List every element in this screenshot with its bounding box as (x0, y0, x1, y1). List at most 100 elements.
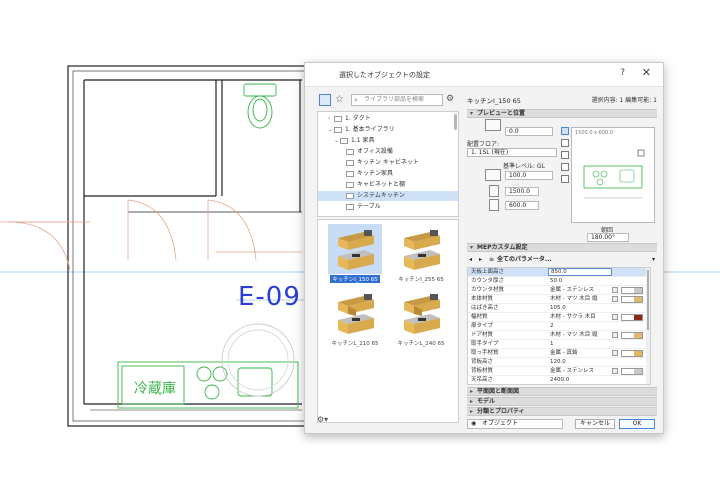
parameter-table: 吊戸棚材質木材 - マツ 木目 縦吊戸棚奥行375.0吊戸棚高さ500.0天吊高… (467, 267, 651, 385)
library-search-input[interactable]: ⌕ ライブラリ部品を検索 (351, 94, 443, 106)
tree-item[interactable]: キャビネットと棚 (318, 180, 458, 190)
info-icon[interactable] (561, 175, 569, 183)
favorites-star-icon[interactable]: ☆ (335, 94, 347, 106)
override-icon[interactable] (612, 368, 618, 374)
folder-icon (346, 148, 354, 155)
placement-floor-select[interactable]: 1. 1SL (現在) (467, 148, 557, 157)
layer-select[interactable]: ◉ オブジェクト (467, 419, 563, 429)
surface-swatch[interactable] (621, 314, 643, 321)
dialog-titlebar[interactable]: 選択したオブジェクトの設定 ? ✕ (305, 63, 663, 87)
surface-swatch[interactable] (621, 287, 643, 294)
width-field[interactable]: 1500.0 (505, 187, 539, 196)
section-mep-label: MEPカスタム設定 (477, 244, 528, 251)
section-mep[interactable]: ▾ MEPカスタム設定 (467, 243, 657, 252)
tree-item[interactable]: ⌄ 1. 基本ライブラリ (318, 125, 458, 135)
parameter-value: 120.0 (550, 359, 566, 365)
parameter-filter[interactable]: 全てのパラメータ... (497, 255, 552, 264)
close-button[interactable]: ✕ (642, 66, 651, 79)
fridge-label: 冷蔵庫 (134, 381, 176, 397)
depth-icon (489, 199, 499, 211)
tree-item[interactable]: システムキッチン (318, 191, 458, 201)
parameter-row[interactable]: ドア材質 木材 - マツ 木目 縦 (468, 331, 650, 340)
plan-view-icon[interactable] (561, 127, 569, 135)
angle-field[interactable]: 180.00° (587, 233, 629, 242)
library-tile[interactable]: キッチンI_255 65 (390, 224, 452, 284)
section-model[interactable]: ▸ モデル (467, 397, 657, 406)
parameter-row[interactable]: 天吊高さ 2400.0 (468, 376, 650, 384)
override-icon[interactable] (612, 314, 618, 320)
parameter-row[interactable]: 天板上面高さ 850.0 (468, 268, 650, 277)
folder-icon (340, 137, 348, 144)
print-icon[interactable] (561, 139, 569, 147)
surface-swatch[interactable] (621, 332, 643, 339)
section-floor-plan[interactable]: ▸ 平面図と断面図 (467, 387, 657, 396)
section-view-icon[interactable] (561, 163, 569, 171)
parameter-value: 木材 - サクラ 木目 (550, 314, 596, 320)
override-icon[interactable] (612, 350, 618, 356)
override-icon[interactable] (612, 296, 618, 302)
override-icon[interactable] (612, 287, 618, 293)
parameter-row[interactable]: 取っ手材質 金属 - 真鍮 (468, 349, 650, 358)
tile-thumbnail (328, 288, 382, 338)
parameter-row[interactable]: カウンタ厚さ 50.0 (468, 277, 650, 286)
help-button[interactable]: ? (620, 68, 625, 78)
elevation-field[interactable]: 0.0 (505, 127, 553, 136)
surface-swatch[interactable] (621, 350, 643, 357)
section-preview[interactable]: ▾ プレビューと位置 (467, 109, 657, 118)
parameter-name: カウンタ厚さ (471, 278, 505, 284)
parameter-row[interactable]: 本体材質 木材 - マツ 木目 縦 (468, 295, 650, 304)
parameter-value[interactable]: 850.0 (548, 268, 612, 276)
depth-field[interactable]: 600.0 (505, 201, 539, 210)
parameter-row[interactable]: 幅材質 木材 - サクラ 木目 (468, 313, 650, 322)
override-icon[interactable] (612, 332, 618, 338)
tree-item[interactable]: › 1. ダクト (318, 114, 458, 124)
gear-icon[interactable]: ⚙ (446, 94, 454, 104)
parameter-row[interactable]: 扉タイプ 2 (468, 322, 650, 331)
parameter-scrollbar[interactable] (646, 268, 650, 384)
library-tile[interactable]: キッチンI_150 65 (324, 224, 386, 284)
tree-item[interactable]: オフィス設備 (318, 147, 458, 157)
cancel-button[interactable]: キャンセル (575, 419, 615, 429)
dialog-footer: ◉ オブジェクト キャンセル OK (467, 417, 657, 431)
settings-pane: キッチンI_150 65 選択内容: 1 編集可能: 1 ▾ プレビューと位置 … (467, 91, 657, 429)
parameter-value: 2400.0 (550, 377, 570, 383)
tree-item[interactable]: テーブル (318, 202, 458, 212)
library-tile[interactable]: キッチンL_210 65 (324, 288, 386, 348)
parameter-row[interactable]: 背板材質 金属 - ステンレス (468, 367, 650, 376)
parameter-row[interactable]: 背板高さ 120.0 (468, 358, 650, 367)
surface-swatch[interactable] (621, 368, 643, 375)
parameter-row[interactable]: カウンタ材質 金属 - ステンレス (468, 286, 650, 295)
library-manager-icon[interactable]: ⚙▾ (317, 415, 328, 424)
ok-button[interactable]: OK (619, 419, 655, 429)
parameter-value: 金属 - 真鍮 (550, 350, 578, 356)
parameter-name: 背板高さ (471, 359, 494, 365)
parameter-value: 木材 - マツ 木目 縦 (550, 296, 598, 302)
tree-item-label: 1. ダクト (345, 115, 371, 122)
folder-icon (334, 126, 342, 133)
surface-swatch[interactable] (621, 296, 643, 303)
library-tree[interactable]: › 1. ダクト ⌄ 1. 基本ライブラリ ⌄ 1.1 家具 オフィス設備 キッチン キャビネ… (317, 111, 459, 217)
folder-icon (334, 115, 342, 122)
object-name: キッチンI_150 65 (467, 97, 521, 105)
tree-item[interactable]: キッチン キャビネット (318, 158, 458, 168)
tree-item[interactable]: キッチン家具 (318, 169, 458, 179)
parameter-row[interactable]: 取手タイプ 1 (468, 340, 650, 349)
prev-arrow-icon[interactable]: ◂ (469, 255, 472, 264)
parameter-row[interactable]: はばき高さ 105.0 (468, 304, 650, 313)
filter-dropdown-icon[interactable]: ▾ (652, 255, 655, 264)
library-tile[interactable]: キッチンL_240 65 (390, 288, 452, 348)
swatch-color (634, 369, 642, 374)
swatch-color (634, 351, 642, 356)
section-classification-label: 分類とプロパティ (477, 408, 525, 415)
preview-position-panel: 0.0 配置フロア: 1. 1SL (現在) 基準レベル: GL 100.0 1… (467, 119, 657, 242)
tree-item[interactable]: ⌄ 1.1 家具 (318, 136, 458, 146)
3d-view-icon[interactable] (561, 151, 569, 159)
base-offset-field[interactable]: 100.0 (505, 171, 553, 180)
base-offset-icon (485, 169, 501, 181)
folder-view-icon[interactable] (319, 94, 331, 106)
chevron-right-icon: ▸ (470, 398, 474, 405)
next-arrow-icon[interactable]: ▸ (479, 255, 482, 264)
section-classification[interactable]: ▸ 分類とプロパティ (467, 407, 657, 416)
plan-preview-drawing (583, 149, 645, 199)
room-label: E-09 (238, 282, 301, 312)
